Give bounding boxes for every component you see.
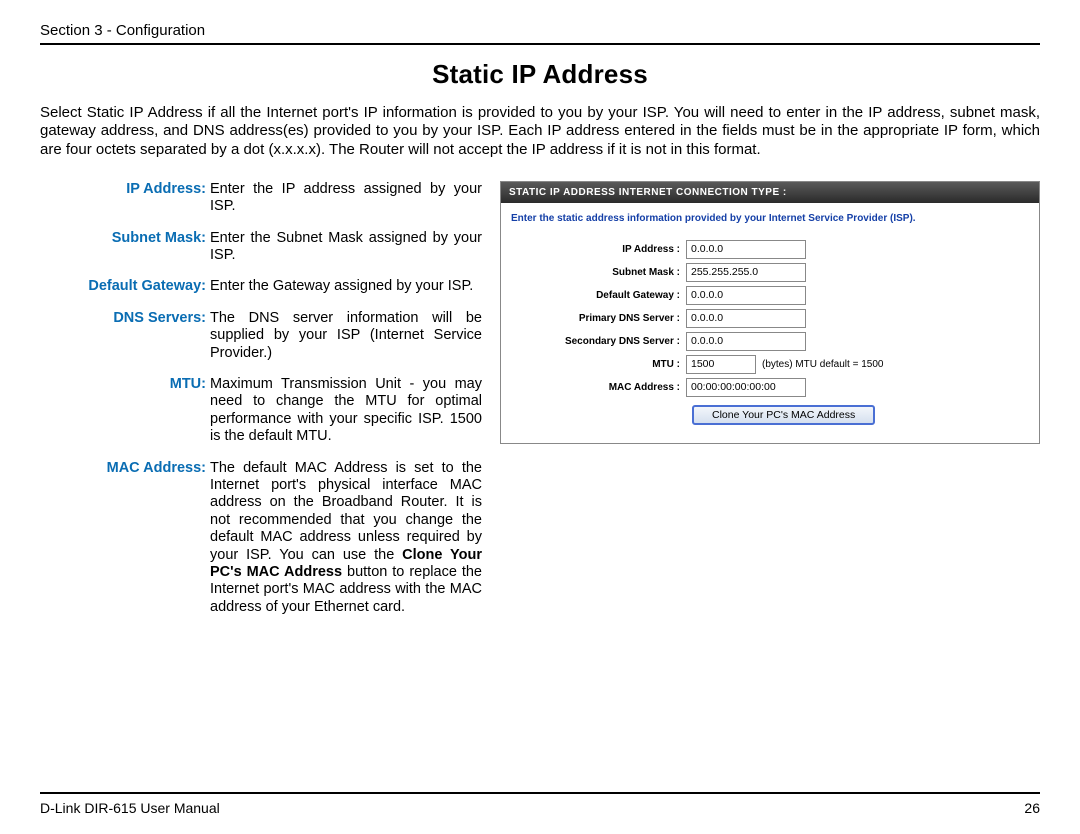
def-desc: The DNS server information will be suppl…: [210, 310, 482, 362]
router-panel: STATIC IP ADDRESS INTERNET CONNECTION TY…: [500, 181, 1040, 444]
def-default-gateway: Default Gateway: Enter the Gateway assig…: [40, 278, 482, 295]
def-desc: Enter the Gateway assigned by your ISP.: [210, 278, 482, 295]
def-mtu: MTU: Maximum Transmission Unit - you may…: [40, 376, 482, 446]
def-mac-address: MAC Address: The default MAC Address is …: [40, 460, 482, 617]
panel-instruction: Enter the static address information pro…: [501, 203, 1039, 238]
def-desc: The default MAC Address is set to the In…: [210, 460, 482, 617]
footer-page-number: 26: [1024, 800, 1040, 816]
def-label: Subnet Mask:: [40, 230, 210, 265]
ip-address-input[interactable]: [686, 240, 806, 259]
footer-left: D-Link DIR-615 User Manual: [40, 800, 220, 816]
secondary-dns-input[interactable]: [686, 332, 806, 351]
row-ip-address: IP Address :: [501, 238, 1039, 261]
row-mtu: MTU : (bytes) MTU default = 1500: [501, 353, 1039, 376]
mtu-input[interactable]: [686, 355, 756, 374]
def-desc: Enter the IP address assigned by your IS…: [210, 181, 482, 216]
primary-dns-input[interactable]: [686, 309, 806, 328]
page-footer: D-Link DIR-615 User Manual 26: [40, 792, 1040, 816]
page-title: Static IP Address: [40, 59, 1040, 90]
default-gateway-input[interactable]: [686, 286, 806, 305]
def-ip-address: IP Address: Enter the IP address assigne…: [40, 181, 482, 216]
field-label: Secondary DNS Server :: [511, 336, 686, 347]
field-label: Subnet Mask :: [511, 267, 686, 278]
intro-paragraph: Select Static IP Address if all the Inte…: [40, 104, 1040, 159]
row-mac-address: MAC Address :: [501, 376, 1039, 399]
definitions-column: IP Address: Enter the IP address assigne…: [40, 181, 482, 630]
field-label: MTU :: [511, 359, 686, 370]
def-subnet-mask: Subnet Mask: Enter the Subnet Mask assig…: [40, 230, 482, 265]
mac-address-input[interactable]: [686, 378, 806, 397]
section-header: Section 3 - Configuration: [40, 22, 1040, 45]
field-label: IP Address :: [511, 244, 686, 255]
row-subnet-mask: Subnet Mask :: [501, 261, 1039, 284]
field-label: Primary DNS Server :: [511, 313, 686, 324]
row-default-gateway: Default Gateway :: [501, 284, 1039, 307]
def-label: Default Gateway:: [40, 278, 210, 295]
def-label: MTU:: [40, 376, 210, 446]
def-label: IP Address:: [40, 181, 210, 216]
panel-header: STATIC IP ADDRESS INTERNET CONNECTION TY…: [501, 182, 1039, 203]
row-primary-dns: Primary DNS Server :: [501, 307, 1039, 330]
def-label: DNS Servers:: [40, 310, 210, 362]
def-desc: Maximum Transmission Unit - you may need…: [210, 376, 482, 446]
field-label: MAC Address :: [511, 382, 686, 393]
clone-mac-button[interactable]: Clone Your PC's MAC Address: [692, 405, 875, 425]
def-dns-servers: DNS Servers: The DNS server information …: [40, 310, 482, 362]
row-secondary-dns: Secondary DNS Server :: [501, 330, 1039, 353]
def-label: MAC Address:: [40, 460, 210, 617]
subnet-mask-input[interactable]: [686, 263, 806, 282]
field-label: Default Gateway :: [511, 290, 686, 301]
def-desc: Enter the Subnet Mask assigned by your I…: [210, 230, 482, 265]
mtu-extra-text: (bytes) MTU default = 1500: [756, 359, 883, 370]
